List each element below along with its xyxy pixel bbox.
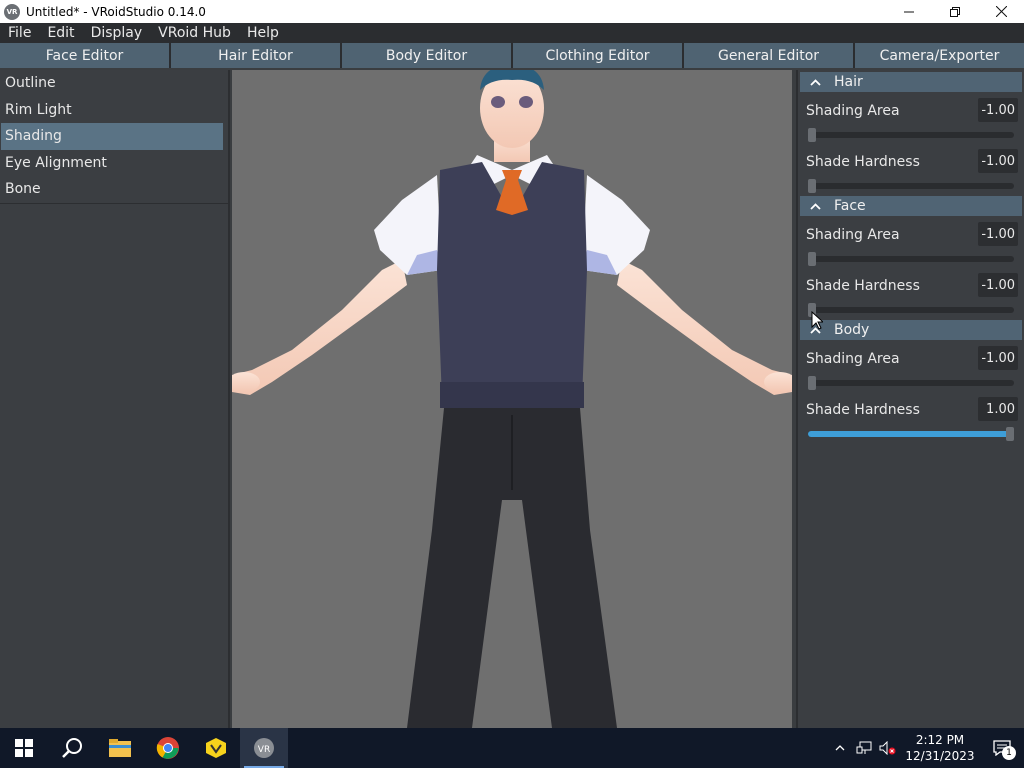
body-shade-hardness-row: Shade Hardness 1.00 [798, 391, 1024, 442]
face-shade-hardness-row: Shade Hardness -1.00 [798, 267, 1024, 318]
chevron-up-icon [810, 202, 822, 210]
notification-center-button[interactable]: 1 [980, 728, 1024, 768]
section-title: Body [834, 322, 870, 338]
hair-shade-hardness-value[interactable]: -1.00 [978, 149, 1018, 173]
file-explorer-button[interactable] [96, 728, 144, 768]
search-button[interactable] [48, 728, 96, 768]
menu-bar: File Edit Display VRoid Hub Help [0, 23, 1024, 43]
minimize-icon [904, 11, 914, 12]
face-shade-hardness-slider[interactable] [808, 303, 1014, 317]
slider-handle[interactable] [808, 179, 816, 193]
tab-general-editor[interactable]: General Editor [684, 43, 855, 68]
face-shading-area-row: Shading Area -1.00 [798, 216, 1024, 267]
app-logo-icon: VR [4, 3, 20, 20]
clock-time: 2:12 PM [915, 733, 965, 747]
system-tray: 2:12 PM 12/31/2023 1 [828, 728, 1024, 768]
left-panel: Outline Rim Light Shading Eye Alignment … [0, 70, 230, 728]
left-nav-list: Outline Rim Light Shading Eye Alignment … [0, 70, 228, 204]
section-title: Face [834, 198, 866, 214]
close-button[interactable] [978, 0, 1024, 23]
slider-fill [808, 431, 1010, 437]
vroid-hub-icon [206, 738, 226, 758]
restore-button[interactable] [932, 0, 978, 23]
hair-shading-area-value[interactable]: -1.00 [978, 98, 1018, 122]
network-icon [856, 741, 872, 754]
left-item-outline[interactable]: Outline [0, 70, 228, 97]
body-shade-hardness-slider[interactable] [808, 427, 1014, 441]
left-item-shading[interactable]: Shading [1, 123, 223, 150]
app-logo-text: VR [6, 7, 18, 16]
close-icon [995, 6, 1007, 17]
windows-start-icon [15, 739, 33, 757]
row-label: Shading Area [806, 227, 900, 243]
slider-handle[interactable] [808, 252, 816, 266]
face-shade-hardness-value[interactable]: -1.00 [978, 273, 1018, 297]
hair-shade-hardness-slider[interactable] [808, 179, 1014, 193]
chevron-up-icon [835, 745, 845, 751]
menu-help[interactable]: Help [239, 25, 287, 41]
tab-hair-editor[interactable]: Hair Editor [171, 43, 342, 68]
mouse-cursor-icon [811, 311, 823, 330]
tab-clothing-editor[interactable]: Clothing Editor [513, 43, 684, 68]
3d-viewport[interactable] [232, 70, 792, 728]
minimize-button[interactable] [886, 0, 932, 23]
slider-handle[interactable] [808, 376, 816, 390]
row-label: Shade Hardness [806, 402, 920, 418]
tab-body-editor[interactable]: Body Editor [342, 43, 513, 68]
show-hidden-icons-button[interactable] [828, 745, 852, 751]
left-item-bone[interactable]: Bone [0, 176, 228, 203]
title-bar: VR Untitled* - VRoidStudio 0.14.0 [0, 0, 1024, 23]
vroid-hub-button[interactable] [192, 728, 240, 768]
taskbar: VR 2:12 PM 12/31/2023 1 [0, 728, 1024, 768]
window-title: Untitled* - VRoidStudio 0.14.0 [26, 4, 206, 19]
vroid-studio-button[interactable]: VR [240, 728, 288, 768]
notification-count-badge: 1 [1002, 746, 1016, 760]
hair-shade-hardness-row: Shade Hardness -1.00 [798, 143, 1024, 194]
section-header-face[interactable]: Face [800, 196, 1022, 216]
section-header-hair[interactable]: Hair [800, 72, 1022, 92]
menu-edit[interactable]: Edit [39, 25, 82, 41]
search-icon [62, 738, 82, 758]
hair-shading-area-slider[interactable] [808, 128, 1014, 142]
section-title: Hair [834, 74, 863, 90]
row-label: Shading Area [806, 351, 900, 367]
menu-vroid-hub[interactable]: VRoid Hub [150, 25, 239, 41]
svg-text:VR: VR [258, 745, 270, 755]
panel-divider [798, 442, 1024, 448]
body-shading-area-row: Shading Area -1.00 [798, 340, 1024, 391]
chrome-button[interactable] [144, 728, 192, 768]
row-label: Shade Hardness [806, 278, 920, 294]
editor-tabs: Face Editor Hair Editor Body Editor Clot… [0, 43, 1024, 68]
start-button[interactable] [0, 728, 48, 768]
row-label: Shade Hardness [806, 154, 920, 170]
menu-display[interactable]: Display [83, 25, 151, 41]
section-header-body[interactable]: Body [800, 320, 1022, 340]
tab-camera-exporter[interactable]: Camera/Exporter [855, 43, 1024, 68]
body-shading-area-slider[interactable] [808, 376, 1014, 390]
tab-face-editor[interactable]: Face Editor [0, 43, 171, 68]
chrome-icon [156, 737, 179, 759]
volume-button[interactable] [876, 741, 900, 755]
taskbar-clock[interactable]: 2:12 PM 12/31/2023 [900, 732, 980, 764]
slider-handle[interactable] [1006, 427, 1014, 441]
left-item-eye-alignment[interactable]: Eye Alignment [0, 150, 228, 177]
menu-file[interactable]: File [0, 25, 39, 41]
file-explorer-icon [109, 739, 131, 757]
network-button[interactable] [852, 741, 876, 755]
volume-muted-icon [879, 741, 896, 755]
row-label: Shading Area [806, 103, 900, 119]
character-model [232, 70, 792, 728]
right-panel: Hair Shading Area -1.00 Shade Hardness -… [796, 70, 1024, 728]
left-item-rim-light[interactable]: Rim Light [0, 97, 228, 124]
body-shading-area-value[interactable]: -1.00 [978, 346, 1018, 370]
face-shading-area-slider[interactable] [808, 252, 1014, 266]
slider-handle[interactable] [808, 128, 816, 142]
body-shade-hardness-value[interactable]: 1.00 [978, 397, 1018, 421]
face-shading-area-value[interactable]: -1.00 [978, 222, 1018, 246]
clock-date: 12/31/2023 [905, 749, 975, 763]
restore-icon [950, 6, 960, 17]
chevron-up-icon [810, 78, 822, 86]
hair-shading-area-row: Shading Area -1.00 [798, 92, 1024, 143]
vroid-studio-icon: VR [254, 738, 274, 758]
